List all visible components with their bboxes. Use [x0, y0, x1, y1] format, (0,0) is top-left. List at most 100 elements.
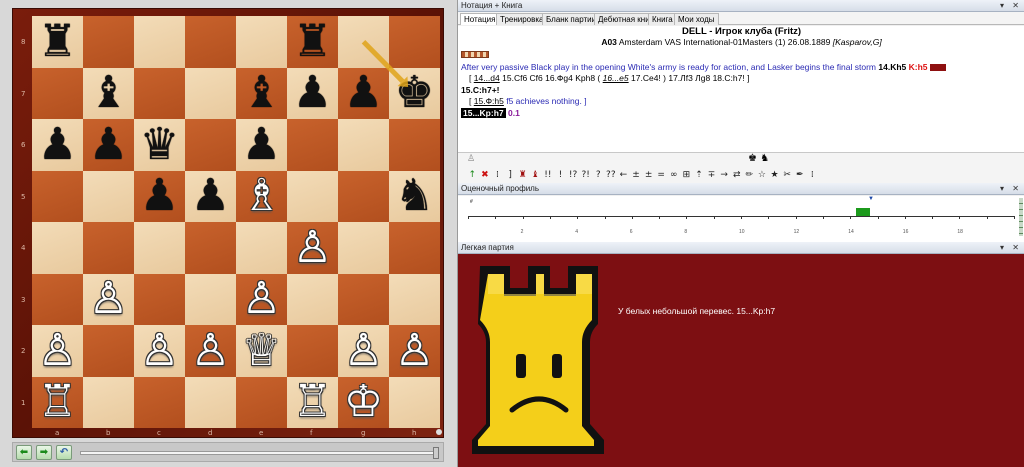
black-pawn-icon[interactable]: ♟ [185, 171, 236, 223]
square-g4[interactable] [338, 222, 389, 274]
black-knight-icon[interactable]: ♞ [389, 171, 440, 223]
black-bishop-icon[interactable]: ♝ [236, 68, 287, 120]
white-rook-icon[interactable]: ♖ [287, 377, 338, 429]
square-h8[interactable] [389, 16, 440, 68]
back-arrow-icon[interactable]: ⬅ [16, 445, 32, 460]
move[interactable]: 14.Kh5 [878, 62, 906, 72]
pane-controls[interactable]: ▾ ✕ [1000, 0, 1022, 11]
annotation-symbol-button[interactable]: ! [554, 170, 567, 180]
diagram-icon[interactable] [461, 51, 489, 58]
notation-text[interactable]: After very passive Black play in the ope… [458, 48, 1024, 152]
square-g3[interactable] [338, 273, 389, 325]
annotation-symbol-button[interactable]: ± [642, 170, 655, 180]
black-bishop-icon[interactable]: ♝ [83, 68, 134, 120]
chess-board[interactable]: ♜ ♜ ♝ ♝ ♟ ♟ ♚ ♟ ♟ ♛ ♟ ♟ ♟ ♗ ♞ ♙ ♙ ♙ ♙ ♙ ♙ ♕ ♙ ♙ ♖ ♖ ♔ [32, 16, 440, 428]
square-f5[interactable] [287, 170, 338, 222]
square-b8[interactable] [83, 16, 134, 68]
white-pawn-icon[interactable]: ♙ [32, 325, 83, 377]
tab-2[interactable]: Бланк партии [542, 13, 601, 25]
annotation-symbol-button[interactable]: → [718, 170, 731, 180]
square-b2[interactable] [83, 325, 134, 377]
square-c3[interactable] [134, 273, 185, 325]
variation-move[interactable]: 15.Ф:h5 [474, 96, 504, 106]
black-queen-icon[interactable]: ♛ [134, 119, 185, 171]
white-pawn-icon[interactable]: ♙ [185, 325, 236, 377]
white-pawn-icon[interactable]: ♙ [338, 325, 389, 377]
tab-5[interactable]: Мои ходы [674, 13, 719, 25]
square-g6[interactable] [338, 119, 389, 171]
move-slider[interactable] [80, 447, 439, 459]
square-h6[interactable] [389, 119, 440, 171]
square-d3[interactable] [185, 273, 236, 325]
square-c8[interactable] [134, 16, 185, 68]
variation-moves[interactable]: 15.Cf6 Cf6 16.Фg4 Kph8 ( [502, 73, 600, 83]
square-h3[interactable] [389, 273, 440, 325]
square-a5[interactable] [32, 170, 83, 222]
square-e1[interactable] [236, 376, 287, 428]
pane-controls[interactable]: ▾ ✕ [1000, 242, 1022, 253]
annotation-symbol-button[interactable]: ✖ [479, 170, 492, 180]
annotation-symbol-button[interactable]: ⊞ [680, 170, 693, 180]
white-pawn-icon[interactable]: ♙ [83, 274, 134, 326]
white-pawn-icon[interactable]: ♙ [389, 325, 440, 377]
square-h4[interactable] [389, 222, 440, 274]
square-d4[interactable] [185, 222, 236, 274]
annotation-symbol-button[interactable]: ✂ [781, 170, 794, 180]
annotation-symbol-button[interactable]: ← [617, 170, 630, 180]
square-b4[interactable] [83, 222, 134, 274]
annotation-symbol-button[interactable]: ↑ [466, 170, 479, 180]
square-a3[interactable] [32, 273, 83, 325]
tab-1[interactable]: Тренировка [496, 13, 548, 25]
black-rook-icon[interactable]: ♜ [32, 16, 83, 68]
move[interactable]: 15.C:h7+! [461, 85, 500, 95]
black-pawn-icon[interactable]: ♟ [338, 68, 389, 120]
annotation-symbol-button[interactable]: ♜ [516, 170, 529, 180]
annotation-symbol-button[interactable]: ♝ [529, 170, 542, 180]
annotation-symbol-button[interactable]: ⁞ [806, 170, 819, 180]
tab-4[interactable]: Книга [648, 13, 677, 25]
variation-moves[interactable]: 17.Ce4! ) 17.Лf3 Лg8 18.C:h7! ] [631, 73, 749, 83]
move-slider-thumb[interactable] [433, 447, 439, 459]
square-e8[interactable] [236, 16, 287, 68]
undo-icon[interactable]: ↶ [56, 445, 72, 460]
annotation-symbol-button[interactable]: ?! [579, 170, 592, 180]
pawn-icon[interactable]: ♙ [467, 154, 475, 164]
annotation-symbol-button[interactable]: = [655, 170, 668, 180]
forward-arrow-icon[interactable]: ➡ [36, 445, 52, 460]
square-c7[interactable] [134, 67, 185, 119]
annotation-symbol-button[interactable]: ★ [768, 170, 781, 180]
annotation-symbol-button[interactable]: !! [542, 170, 555, 180]
annotation-symbol-button[interactable]: ∓ [705, 170, 718, 180]
square-c4[interactable] [134, 222, 185, 274]
white-pawn-icon[interactable]: ♙ [236, 274, 287, 326]
annotation-symbol-button[interactable]: ? [592, 170, 605, 180]
black-king-icon[interactable]: ♚ [389, 68, 440, 120]
variation-move[interactable]: 14...d4 [474, 73, 500, 83]
black-rook-icon[interactable]: ♜ [287, 16, 338, 68]
annotation-symbol-button[interactable]: ✏ [743, 170, 756, 180]
square-h1[interactable] [389, 376, 440, 428]
white-queen-icon[interactable]: ♕ [236, 325, 287, 377]
square-f3[interactable] [287, 273, 338, 325]
pane-controls[interactable]: ▾ ✕ [1000, 183, 1022, 194]
king-knight-icon[interactable]: ♚ ♞ [748, 153, 769, 164]
black-pawn-icon[interactable]: ♟ [134, 171, 185, 223]
white-king-icon[interactable]: ♔ [338, 377, 389, 429]
annotation-symbol-button[interactable]: ⁞ [491, 170, 504, 180]
move[interactable]: K:h5 [909, 62, 928, 72]
square-c1[interactable] [134, 376, 185, 428]
square-e4[interactable] [236, 222, 287, 274]
white-pawn-icon[interactable]: ♙ [287, 222, 338, 274]
annotation-symbol-button[interactable]: ?? [605, 170, 618, 180]
annotation-symbol-button[interactable]: ⇡ [693, 170, 706, 180]
square-d6[interactable] [185, 119, 236, 171]
annotation-symbol-button[interactable]: ] [504, 170, 517, 180]
annotation-symbol-button[interactable]: ∞ [668, 170, 681, 180]
square-a4[interactable] [32, 222, 83, 274]
square-f6[interactable] [287, 119, 338, 171]
square-d1[interactable] [185, 376, 236, 428]
black-pawn-icon[interactable]: ♟ [287, 68, 338, 120]
annotation-symbol-button[interactable]: ✒ [793, 170, 806, 180]
square-a7[interactable] [32, 67, 83, 119]
square-d8[interactable] [185, 16, 236, 68]
